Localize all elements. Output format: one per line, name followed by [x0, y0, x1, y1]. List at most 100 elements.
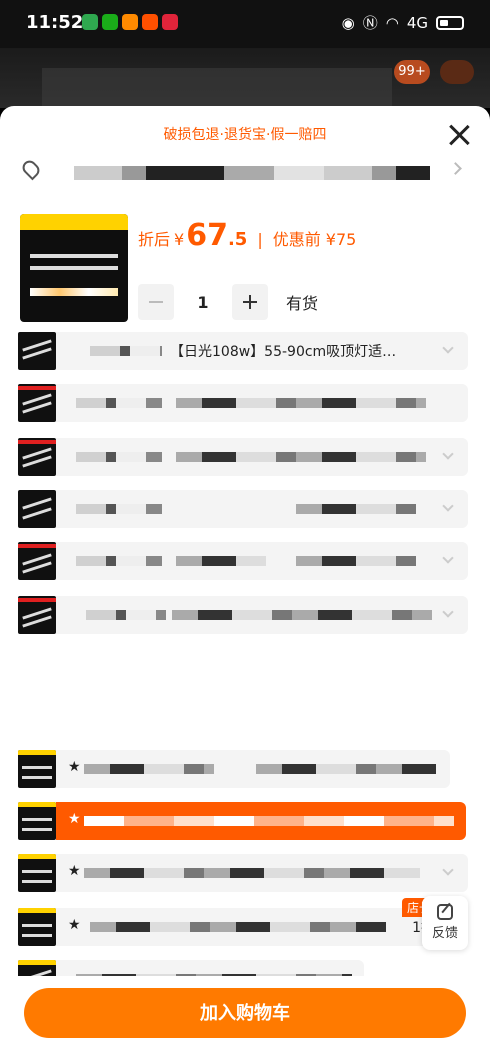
variant-label: 【日光108w】55-90cm吸顶灯适… — [170, 344, 397, 360]
variant-option[interactable] — [18, 596, 468, 634]
variant-option[interactable] — [18, 438, 468, 476]
background-badge-secondary — [440, 60, 474, 84]
nfc-icon: Ⓝ — [362, 14, 378, 32]
variant-text-redacted — [76, 398, 162, 408]
feedback-label: 反馈 — [431, 926, 458, 941]
increase-quantity-button[interactable] — [232, 284, 268, 320]
variant-pill[interactable] — [56, 438, 468, 476]
variant-text-redacted — [296, 504, 416, 514]
chevron-down-icon — [442, 552, 454, 564]
edit-icon — [437, 904, 453, 920]
variant-thumbnail — [18, 750, 56, 788]
chevron-down-icon — [442, 448, 454, 460]
variant-option[interactable]: ★ 1拖6 店长主推 — [18, 898, 460, 946]
variant-thumbnail — [18, 802, 56, 840]
signal-icon: 4G — [406, 13, 428, 32]
chevron-right-icon — [449, 162, 462, 175]
variant-pill[interactable]: 【日光108w】55-90cm吸顶灯适… — [56, 332, 468, 370]
variant-thumbnail — [18, 908, 56, 946]
variant-text-redacted — [76, 504, 162, 514]
variant-option[interactable] — [18, 542, 468, 580]
variant-option-selected[interactable]: ★ — [18, 802, 466, 840]
address-row[interactable] — [0, 156, 490, 186]
thumbnail-light-bar — [30, 254, 118, 258]
taobao-icon — [142, 14, 158, 30]
variant-label: ★ — [68, 811, 81, 827]
chevron-down-icon — [442, 606, 454, 618]
variant-thumbnail — [18, 490, 56, 528]
thumbnail-header — [20, 214, 128, 230]
variant-option[interactable]: ★ — [18, 854, 468, 892]
variant-pill[interactable]: ★ — [56, 802, 466, 840]
status-bar: 11:52 ◉ Ⓝ ◠ 4G — [0, 0, 490, 48]
background-page: 99+ — [0, 48, 490, 108]
variant-text-redacted — [90, 922, 386, 932]
variant-text-redacted — [86, 610, 166, 620]
decrease-quantity-button[interactable] — [138, 284, 174, 320]
close-button[interactable] — [444, 120, 474, 150]
variant-text-redacted — [172, 610, 432, 620]
variant-text-redacted — [176, 398, 426, 408]
variant-pill[interactable]: ★ 1拖6 店长主推 — [56, 898, 460, 946]
eye-icon: ◉ — [341, 13, 355, 32]
variant-text-redacted — [84, 764, 214, 774]
variant-thumbnail — [18, 854, 56, 892]
variant-option[interactable]: 【日光108w】55-90cm吸顶灯适… — [18, 332, 468, 370]
wechat-icon — [102, 14, 118, 30]
chevron-down-icon — [442, 500, 454, 512]
variant-pill[interactable] — [56, 596, 468, 634]
app-notification-icon — [122, 14, 138, 30]
variant-option[interactable]: ★ — [18, 750, 450, 788]
price-line: 折后 ¥ 67 .5 | 优惠前 ¥75 — [138, 218, 356, 253]
app-notification-icon — [162, 14, 178, 30]
battery-icon — [436, 15, 464, 30]
variant-text-redacted — [296, 556, 416, 566]
location-icon — [19, 157, 43, 181]
promo-banner: 破损包退·退货宝·假一赔四 — [163, 127, 327, 143]
quantity-value[interactable]: 1 — [174, 293, 232, 312]
stock-status: 有货 — [286, 294, 319, 313]
variant-pill[interactable]: ★ — [56, 750, 450, 788]
variant-pill[interactable] — [56, 490, 468, 528]
background-banner — [42, 68, 392, 108]
variant-thumbnail — [18, 384, 56, 422]
variant-pill[interactable] — [56, 542, 468, 580]
variant-label: ★ — [68, 759, 81, 775]
variant-text-redacted — [176, 452, 426, 462]
add-to-cart-button[interactable]: 加入购物车 — [24, 988, 466, 1038]
variant-thumbnail — [18, 438, 56, 476]
thumbnail-light-bar — [30, 266, 118, 270]
variant-thumbnail — [18, 332, 56, 370]
chevron-down-icon — [442, 864, 454, 876]
variant-thumbnail — [18, 542, 56, 580]
address-text-redacted — [74, 166, 430, 180]
price-decimal: .5 — [227, 229, 248, 250]
price-currency: ¥ — [174, 230, 185, 249]
variant-option[interactable] — [18, 490, 468, 528]
variant-text-redacted — [84, 868, 420, 878]
variant-text-redacted — [84, 816, 454, 826]
bottom-action-bar: 加入购物车 — [0, 976, 490, 1063]
variant-label: ★ — [68, 863, 81, 879]
status-time: 11:52 — [26, 12, 84, 33]
variant-option[interactable] — [18, 384, 468, 422]
background-badge: 99+ — [394, 60, 430, 84]
wifi-icon: ◠ — [385, 13, 399, 32]
variant-thumbnail — [18, 596, 56, 634]
variant-text-redacted — [76, 452, 162, 462]
original-price: 优惠前 ¥75 — [272, 230, 357, 249]
variant-text-redacted — [90, 346, 162, 356]
price-label: 折后 — [138, 230, 171, 249]
system-icons: ◉ Ⓝ ◠ 4G — [342, 12, 464, 33]
sku-selector-sheet: 破损包退·退货宝·假一赔四 折后 ¥ 67 .5 | 优惠前 ¥75 1 有货 … — [0, 106, 490, 1063]
product-thumbnail[interactable] — [20, 214, 128, 322]
variant-pill[interactable]: ★ — [56, 854, 468, 892]
notification-icons — [82, 14, 178, 30]
price-separator: | — [257, 230, 263, 249]
variant-text-redacted — [256, 764, 436, 774]
variant-pill[interactable] — [56, 384, 468, 422]
app-notification-icon — [82, 14, 98, 30]
feedback-button[interactable]: 反馈 — [422, 896, 468, 950]
thumbnail-light-bar — [30, 288, 118, 296]
variant-text-redacted — [76, 556, 162, 566]
